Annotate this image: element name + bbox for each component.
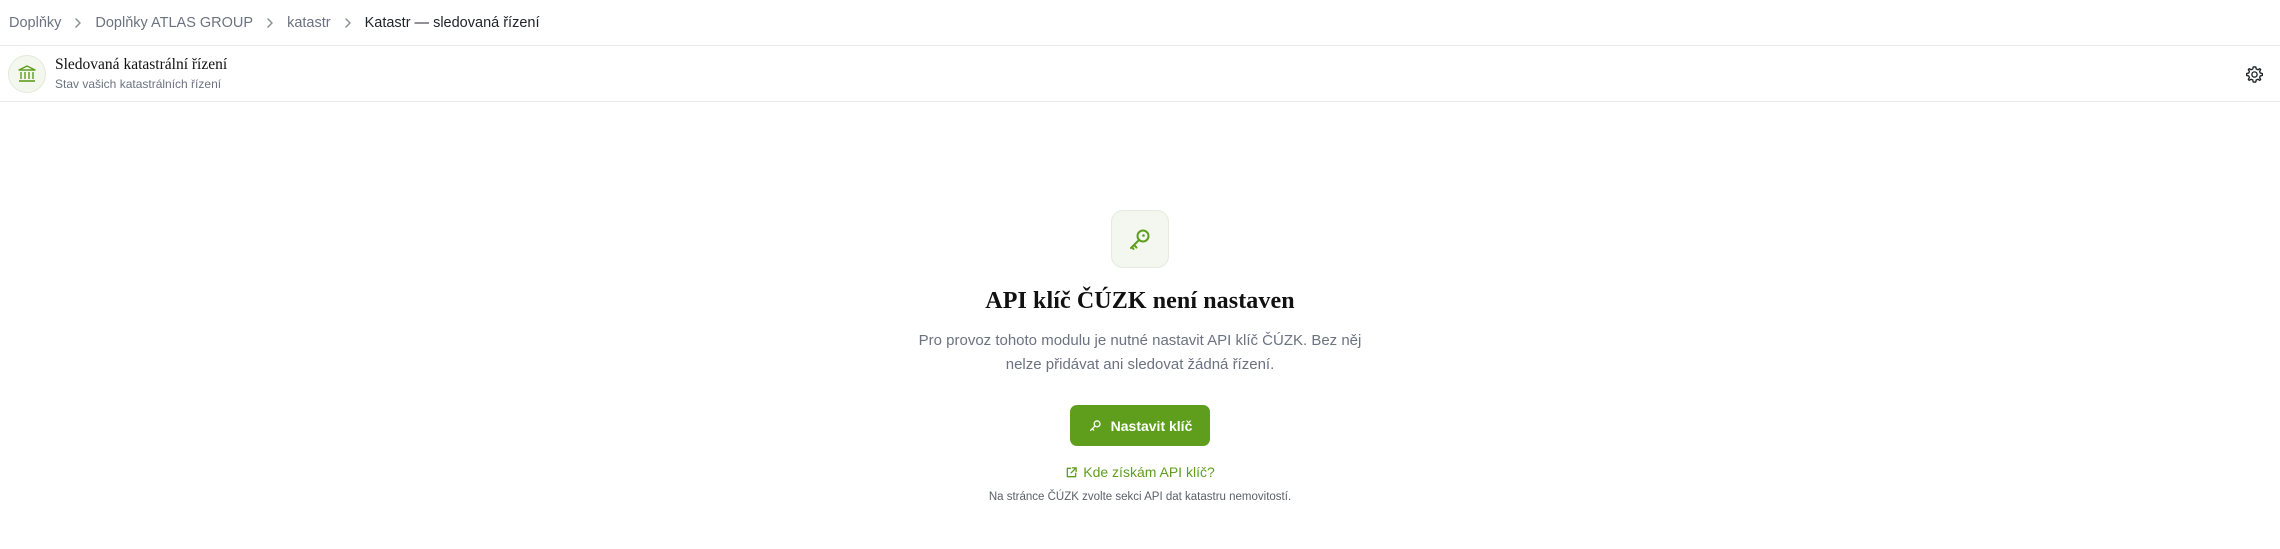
api-key-help-label: Kde získám API klíč? — [1083, 464, 1215, 480]
breadcrumb-item-doplnky[interactable]: Doplňky — [9, 15, 61, 31]
page-title: Sledovaná katastrální řízení — [55, 56, 228, 73]
bank-icon — [8, 55, 46, 93]
page-header: Sledovaná katastrální řízení Stav vašich… — [0, 46, 2280, 102]
chevron-right-icon — [331, 17, 365, 29]
set-key-button-label: Nastavit klíč — [1110, 417, 1193, 434]
breadcrumb-item-katastr[interactable]: katastr — [287, 15, 331, 31]
gear-icon[interactable] — [2244, 64, 2264, 84]
chevron-right-icon — [61, 17, 95, 29]
breadcrumb-current: Katastr — sledovaná řízení — [364, 14, 540, 31]
key-icon — [1111, 210, 1169, 268]
chevron-right-icon — [253, 17, 287, 29]
set-key-button[interactable]: Nastavit klíč — [1069, 405, 1211, 446]
external-link-icon — [1066, 466, 1078, 477]
api-key-help-note: Na stránce ČÚZK zvolte sekci API dat kat… — [988, 491, 1292, 503]
empty-state: API klíč ČÚZK není nastaven Pro provoz t… — [0, 102, 2280, 503]
breadcrumb-item-atlas-group[interactable]: Doplňky ATLAS GROUP — [95, 15, 253, 31]
api-key-help-link[interactable]: Kde získám API klíč? — [1065, 464, 1215, 480]
empty-state-title: API klíč ČÚZK není nastaven — [985, 288, 1295, 314]
header-text: Sledovaná katastrální řízení Stav vašich… — [55, 56, 227, 91]
breadcrumb: Doplňky Doplňky ATLAS GROUP katastr Kata… — [0, 0, 2280, 46]
page-subtitle: Stav vašich katastrálních řízení — [55, 77, 222, 91]
empty-state-description: Pro provoz tohoto modulu je nutné nastav… — [918, 332, 1362, 373]
key-icon — [1089, 420, 1101, 431]
